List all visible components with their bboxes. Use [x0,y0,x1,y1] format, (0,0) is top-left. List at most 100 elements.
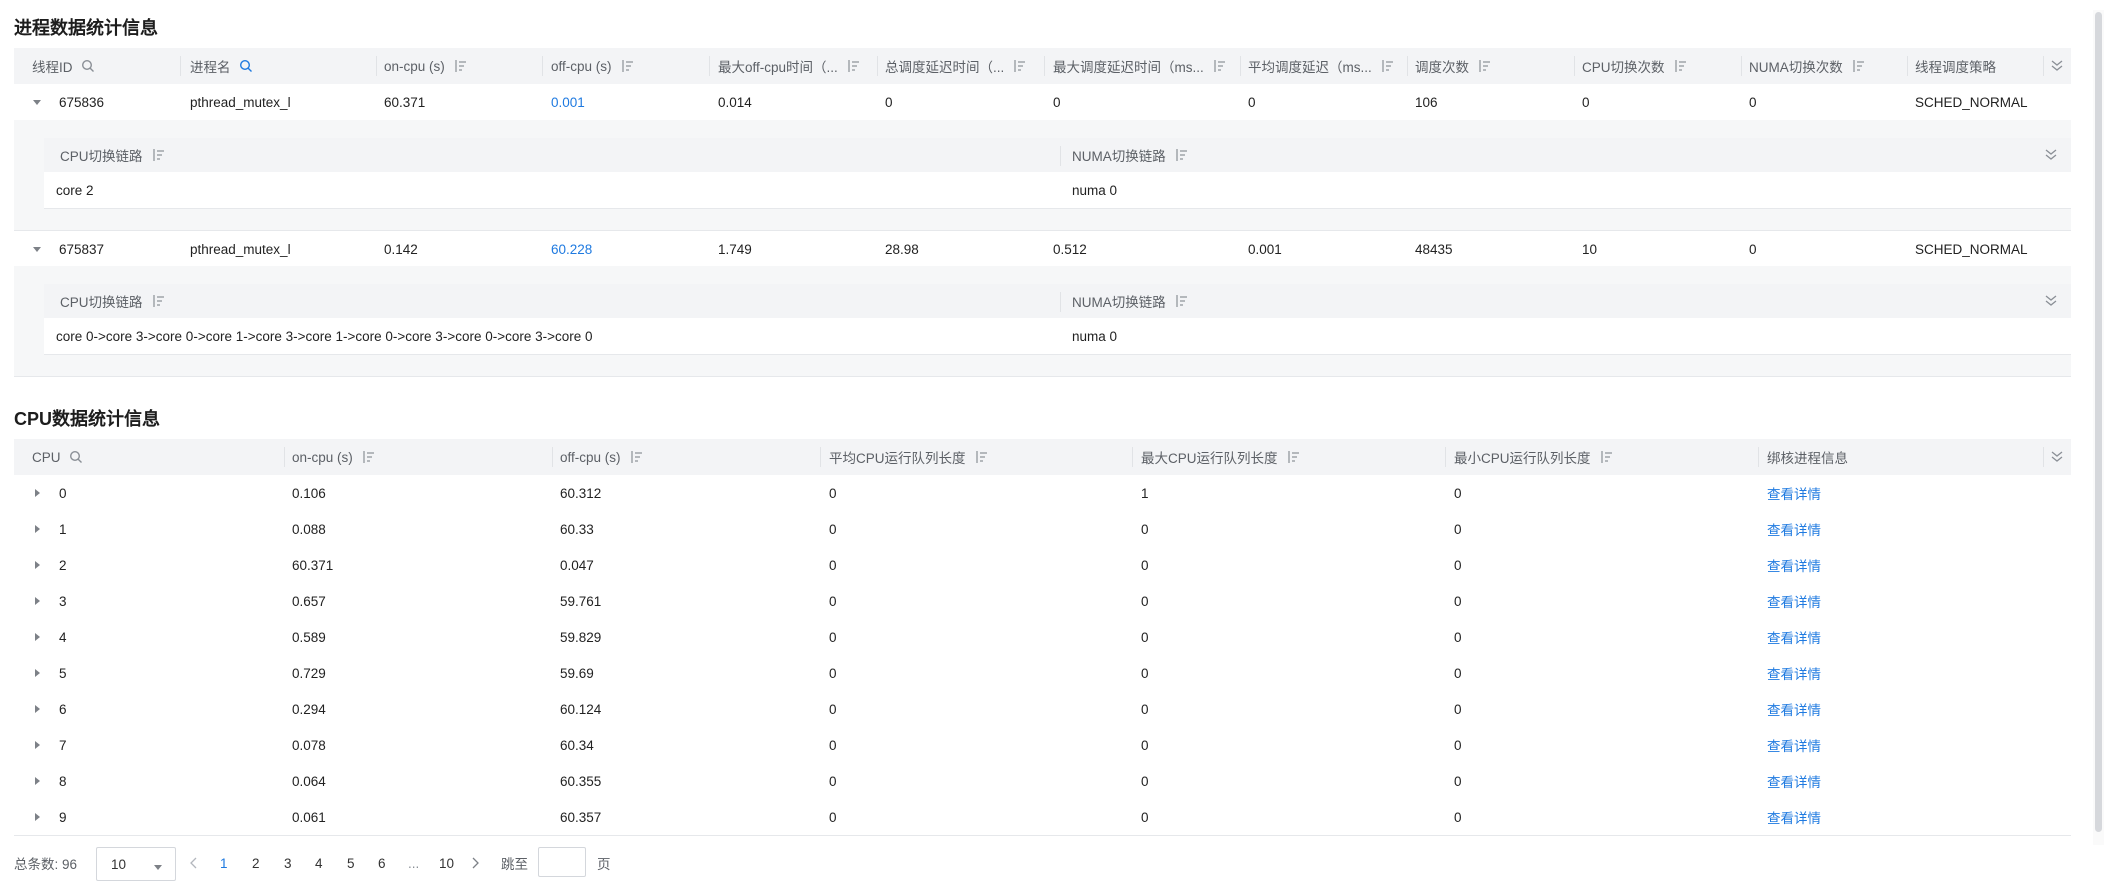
view-details-link[interactable]: 查看详情 [1767,475,1821,511]
header-tid[interactable]: 线程ID [32,48,95,84]
page-3[interactable]: 3 [284,845,292,881]
view-details-link[interactable]: 查看详情 [1767,655,1821,691]
cell-min-queue: 0 [1454,701,1462,717]
sort-icon[interactable] [361,451,375,463]
header-sched-count[interactable]: 调度次数 [1415,48,1491,84]
header-cpu[interactable]: CPU [32,439,83,475]
header-cpu-on-cpu[interactable]: on-cpu (s) [292,439,375,475]
detail-header-numa-chain[interactable]: NUMA切换链路 [1072,284,1188,318]
page-ellipsis[interactable]: ... [408,845,419,881]
page-6[interactable]: 6 [378,845,386,881]
sort-icon[interactable] [620,60,634,72]
header-total-sched-delay[interactable]: 总调度延迟时间（... [885,48,1026,84]
table-row[interactable]: 5 0.729 59.69 0 0 0 查看详情 [14,655,2071,692]
table-row[interactable]: 3 0.657 59.761 0 0 0 查看详情 [14,583,2071,620]
page-4[interactable]: 4 [315,845,323,881]
cell-off-cpu-link[interactable]: 60.228 [551,231,592,267]
page-1[interactable]: 1 [220,845,228,881]
expand-row-icon[interactable] [32,583,42,619]
table-row[interactable]: 9 0.061 60.357 0 0 0 查看详情 [14,799,2071,836]
view-details-link[interactable]: 查看详情 [1767,727,1821,763]
header-cpu-off-cpu[interactable]: off-cpu (s) [560,439,643,475]
page-10[interactable]: 10 [439,845,454,881]
sort-icon[interactable] [1380,60,1394,72]
expand-row-icon[interactable] [32,655,42,691]
header-name[interactable]: 进程名 [190,48,253,84]
view-details-link[interactable]: 查看详情 [1767,799,1821,835]
collapse-columns-icon[interactable] [2044,138,2058,172]
expand-row-icon[interactable] [32,763,42,799]
sort-icon[interactable] [1012,60,1026,72]
collapse-columns-icon[interactable] [2050,439,2064,475]
view-details-link[interactable]: 查看详情 [1767,763,1821,799]
expand-row-icon[interactable] [32,799,42,835]
search-icon[interactable] [69,450,83,464]
header-off-cpu[interactable]: off-cpu (s) [551,48,634,84]
view-details-link[interactable]: 查看详情 [1767,619,1821,655]
header-max-sched-delay[interactable]: 最大调度延迟时间（ms... [1053,48,1226,84]
detail-header-cpu-chain[interactable]: CPU切换链路 [60,284,165,318]
view-details-link[interactable]: 查看详情 [1767,511,1821,547]
sort-icon[interactable] [1286,451,1300,463]
detail-header-cpu-chain[interactable]: CPU切换链路 [60,138,165,172]
prev-page-icon[interactable] [190,845,204,881]
sort-icon[interactable] [1851,60,1865,72]
search-icon[interactable] [239,59,253,73]
sort-icon[interactable] [1212,60,1226,72]
sort-icon[interactable] [974,451,988,463]
sort-icon[interactable] [846,60,860,72]
expand-row-icon[interactable] [32,691,42,727]
table-row[interactable]: 2 60.371 0.047 0 0 0 查看详情 [14,547,2071,584]
view-details-link[interactable]: 查看详情 [1767,547,1821,583]
cell-name: pthread_mutex_l [190,94,291,110]
sort-icon[interactable] [1673,60,1687,72]
pagination: 总条数: 96 10 1 2 3 4 5 6 ... 10 跳至 页 [14,845,914,881]
header-cpu-switch[interactable]: CPU切换次数 [1582,48,1687,84]
cell-cpu: 1 [59,521,67,537]
expand-row-icon[interactable] [32,511,42,547]
sort-icon[interactable] [1174,295,1188,307]
table-row[interactable]: 6 0.294 60.124 0 0 0 查看详情 [14,691,2071,728]
cell-off-cpu-link[interactable]: 0.001 [551,84,585,120]
view-details-link[interactable]: 查看详情 [1767,583,1821,619]
table-row[interactable]: 7 0.078 60.34 0 0 0 查看详情 [14,727,2071,764]
view-details-link[interactable]: 查看详情 [1767,691,1821,727]
sort-icon[interactable] [151,149,165,161]
page-2[interactable]: 2 [252,845,260,881]
expand-row-icon[interactable] [32,231,42,267]
table-row[interactable]: 675837 pthread_mutex_l 0.142 60.228 1.74… [14,230,2071,268]
header-on-cpu[interactable]: on-cpu (s) [384,48,467,84]
sort-icon[interactable] [1477,60,1491,72]
sort-icon[interactable] [1174,149,1188,161]
header-max-queue[interactable]: 最大CPU运行队列长度 [1141,439,1300,475]
header-on-cpu-label: on-cpu (s) [384,58,445,74]
search-icon[interactable] [81,59,95,73]
page-scrollbar-thumb[interactable] [2095,12,2102,832]
page-size-select[interactable]: 10 [96,847,176,881]
header-max-off-cpu[interactable]: 最大off-cpu时间（... [718,48,860,84]
expand-row-icon[interactable] [32,84,42,120]
table-row[interactable]: 0 0.106 60.312 0 1 0 查看详情 [14,475,2071,512]
table-row[interactable]: 1 0.088 60.33 0 0 0 查看详情 [14,511,2071,548]
table-row[interactable]: 8 0.064 60.355 0 0 0 查看详情 [14,763,2071,800]
expand-row-icon[interactable] [32,619,42,655]
sort-icon[interactable] [453,60,467,72]
page-5[interactable]: 5 [347,845,355,881]
expand-row-icon[interactable] [32,475,42,511]
collapse-columns-icon[interactable] [2050,48,2064,84]
header-numa-switch[interactable]: NUMA切换次数 [1749,48,1865,84]
table-row[interactable]: 4 0.589 59.829 0 0 0 查看详情 [14,619,2071,656]
table-row[interactable]: 675836 pthread_mutex_l 60.371 0.001 0.01… [14,84,2071,121]
header-avg-sched-delay[interactable]: 平均调度延迟（ms... [1248,48,1394,84]
sort-icon[interactable] [629,451,643,463]
sort-icon[interactable] [1599,451,1613,463]
expand-row-icon[interactable] [32,727,42,763]
header-avg-queue[interactable]: 平均CPU运行队列长度 [829,439,988,475]
collapse-columns-icon[interactable] [2044,284,2058,318]
jump-page-input[interactable] [538,847,586,877]
header-min-queue[interactable]: 最小CPU运行队列长度 [1454,439,1613,475]
expand-row-icon[interactable] [32,547,42,583]
detail-header-numa-chain[interactable]: NUMA切换链路 [1072,138,1188,172]
next-page-icon[interactable] [471,845,485,881]
sort-icon[interactable] [151,295,165,307]
